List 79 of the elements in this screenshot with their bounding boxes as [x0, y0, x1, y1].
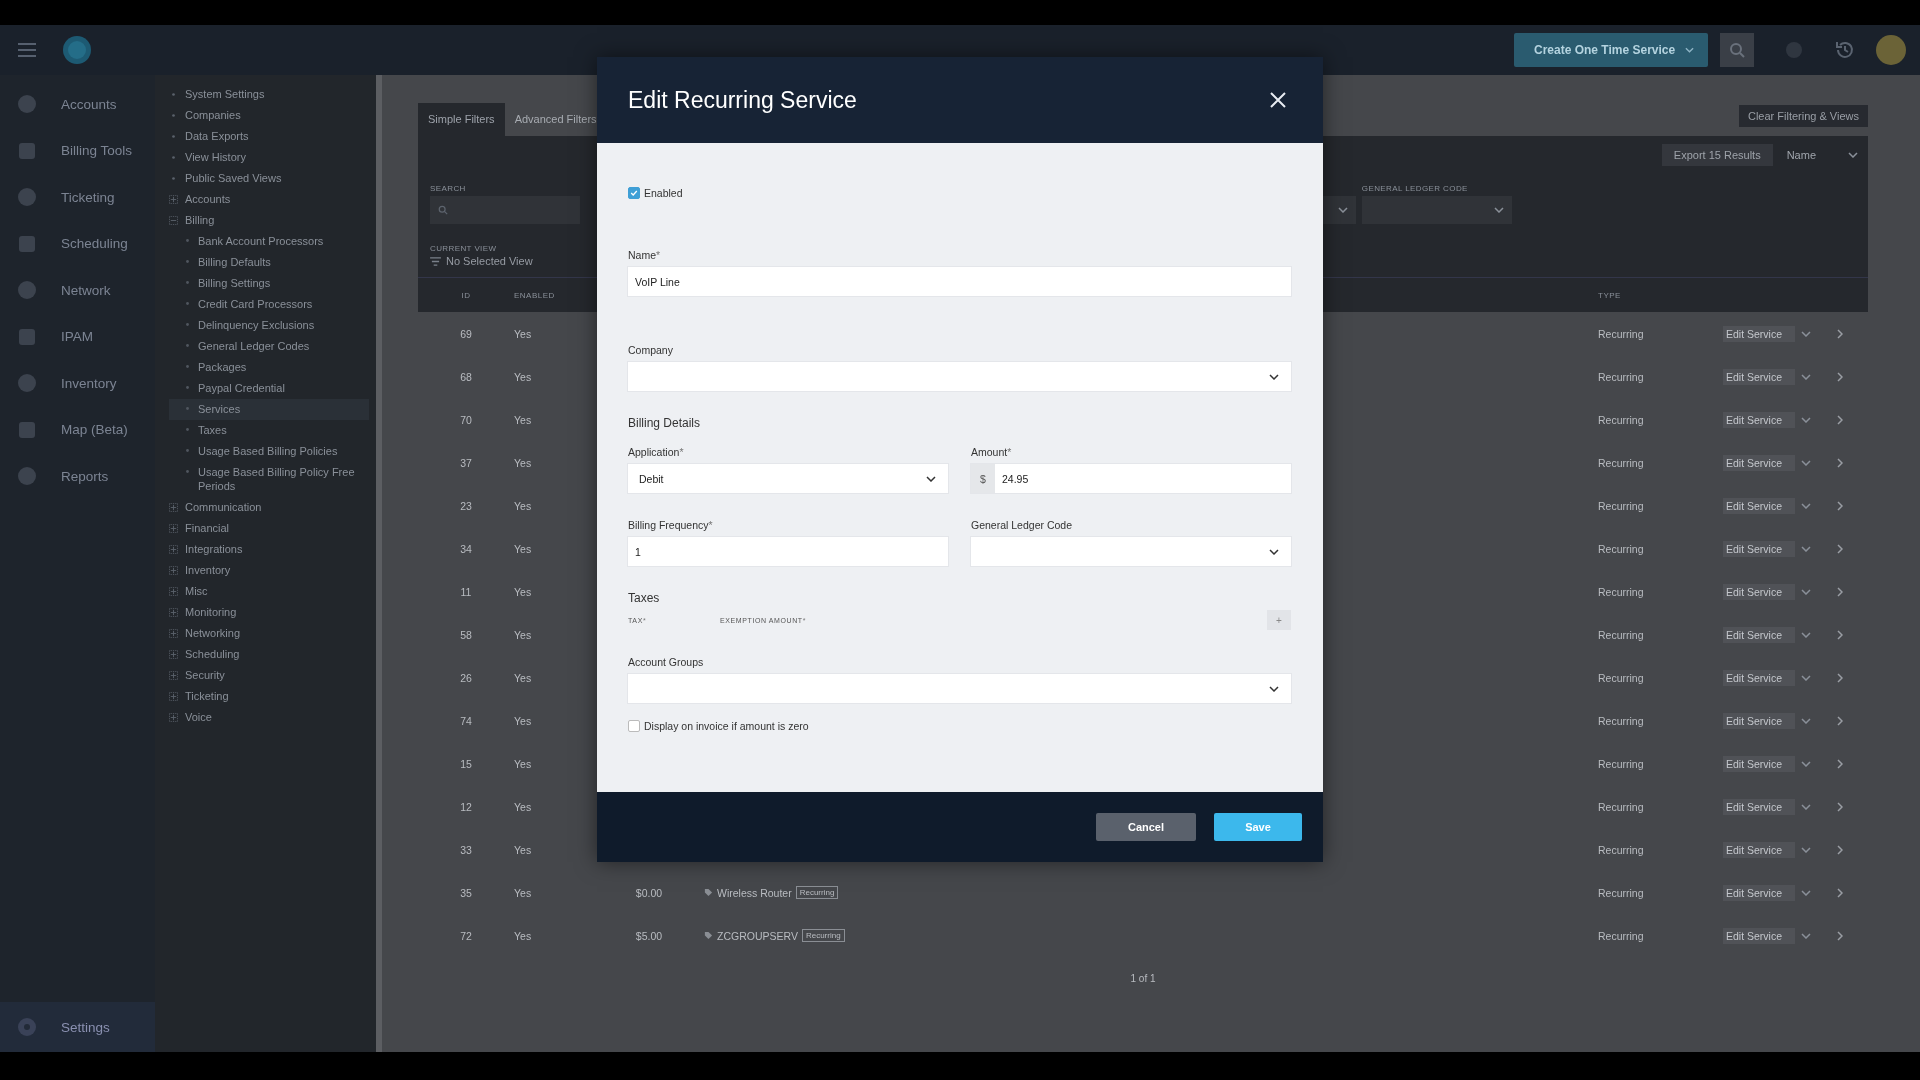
- table-cell-text: 68: [459, 370, 473, 383]
- table-cell-text: Recurring: [1598, 413, 1645, 426]
- table-cell-text: 26: [459, 671, 473, 684]
- table-cell-text: Recurring: [1598, 714, 1645, 727]
- field-label: Billing Frequency*: [628, 519, 714, 531]
- column-header: TYPE: [1598, 290, 1622, 300]
- table-cell-text: Yes: [514, 456, 533, 469]
- nav-label: Ticketing: [61, 189, 115, 205]
- table-cell-text: Recurring: [1598, 370, 1645, 383]
- table-cell-text: Yes: [514, 843, 533, 856]
- currency-prefix: $: [971, 464, 995, 493]
- table-cell-text: Recurring: [1598, 886, 1645, 899]
- table-cell-text: Yes: [514, 929, 533, 942]
- table-cell-text: 35: [459, 886, 473, 899]
- table-cell-text: 70: [459, 413, 473, 426]
- table-cell-text: Yes: [514, 628, 533, 641]
- table-cell-text: Recurring: [1598, 800, 1645, 813]
- table-cell-text: 33: [459, 843, 473, 856]
- table-cell-text: Yes: [514, 800, 533, 813]
- table-cell-text: 34: [459, 542, 473, 555]
- table-cell-text: 58: [459, 628, 473, 641]
- checkbox-label: Display on invoice if amount is zero: [644, 720, 809, 732]
- checkbox-label: Enabled: [644, 187, 683, 199]
- table-cell-text: Yes: [514, 671, 533, 684]
- table-cell-text: Yes: [514, 757, 533, 770]
- section-heading: Billing Details: [628, 416, 702, 430]
- table-cell-text: Yes: [514, 370, 533, 383]
- type-badge: Recurring: [795, 886, 839, 899]
- table-cell-text: Recurring: [1598, 327, 1645, 340]
- table-cell-text: Yes: [514, 499, 533, 512]
- table-cell-text: Yes: [514, 585, 533, 598]
- nav-label: Inventory: [61, 375, 117, 391]
- table-cell-text: Recurring: [1598, 542, 1645, 555]
- table-cell-text: Recurring: [1598, 456, 1645, 469]
- field-label: Account Groups: [628, 656, 705, 668]
- nav-label: Map (Beta): [61, 422, 128, 438]
- table-cell-text: Recurring: [1598, 585, 1645, 598]
- type-badge: Recurring: [801, 929, 845, 942]
- table-cell-text: 12: [459, 800, 473, 813]
- table-cell-text: 72: [459, 929, 473, 942]
- field-label: Amount*: [971, 446, 1013, 458]
- table-cell-text: Recurring: [1598, 499, 1645, 512]
- table-cell-text: 74: [459, 714, 473, 727]
- nav-label: Settings: [61, 1019, 110, 1035]
- table-cell-text: Recurring: [1598, 929, 1645, 942]
- table-cell-text: 37: [459, 456, 473, 469]
- nav-label: IPAM: [61, 329, 93, 345]
- field-label: Name*: [628, 249, 662, 261]
- table-cell-text: Recurring: [1598, 843, 1645, 856]
- table-cell-text: Yes: [514, 542, 533, 555]
- table-cell-text: Yes: [514, 886, 533, 899]
- nav-label: Accounts: [61, 96, 117, 112]
- nav-label: Reports: [61, 468, 109, 484]
- table-cell-text: Yes: [514, 327, 533, 340]
- section-heading: Taxes: [628, 591, 661, 605]
- field-label: Company: [628, 344, 674, 356]
- nav-label: Network: [61, 282, 111, 298]
- table-cell-text: Yes: [514, 413, 533, 426]
- nav-label: Scheduling: [61, 236, 128, 252]
- field-label: GENERAL LEDGER CODE: [1361, 184, 1469, 193]
- table-cell-text: Recurring: [1598, 757, 1645, 770]
- column-header: ID: [460, 290, 472, 300]
- field-label: Application*: [628, 446, 685, 458]
- table-cell-text: Yes: [514, 714, 533, 727]
- field-label: CURRENT VIEW: [430, 244, 498, 253]
- table-cell-text: Recurring: [1598, 628, 1645, 641]
- table-cell-text: 23: [459, 499, 473, 512]
- column-header: ENABLED: [514, 290, 556, 300]
- table-cell-text: 15: [459, 757, 473, 770]
- table-cell-text: Recurring: [1598, 671, 1645, 684]
- page-indicator: 1 of 1: [1130, 973, 1156, 984]
- table-cell-text: 69: [459, 327, 473, 340]
- table-cell-text: 11: [459, 585, 473, 598]
- field-label: General Ledger Code: [971, 519, 1073, 531]
- nav-label: Billing Tools: [61, 143, 133, 159]
- field-label: SEARCH: [430, 184, 467, 193]
- table-cell: $5.00: [635, 929, 663, 942]
- dialog-title: Edit Recurring Service: [628, 86, 857, 114]
- table-cell: $0.00: [635, 886, 663, 899]
